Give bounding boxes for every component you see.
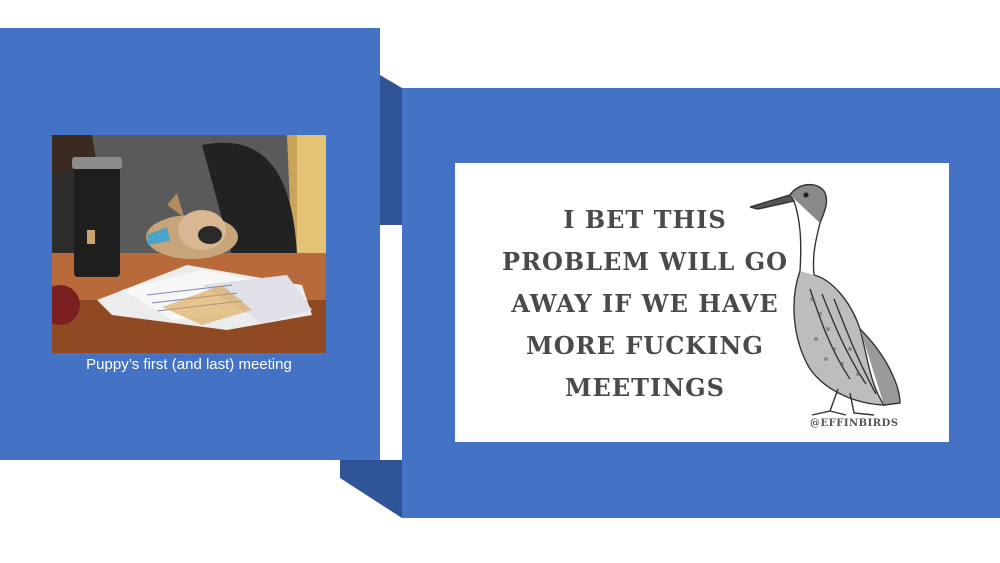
puppy-photo [52, 135, 326, 353]
puppy-on-desk-photo-icon [52, 135, 326, 353]
panel-connector-bottom [340, 460, 402, 518]
panel-connector-top [380, 75, 402, 225]
effinbirds-handle: @EFFINBIRDS [810, 418, 899, 429]
duck-illustration-icon [750, 184, 901, 416]
photo-caption: Puppy’s first (and last) meeting [86, 356, 292, 373]
meme-card: I BET THIS PROBLEM WILL GO AWAY IF WE HA… [455, 163, 949, 442]
